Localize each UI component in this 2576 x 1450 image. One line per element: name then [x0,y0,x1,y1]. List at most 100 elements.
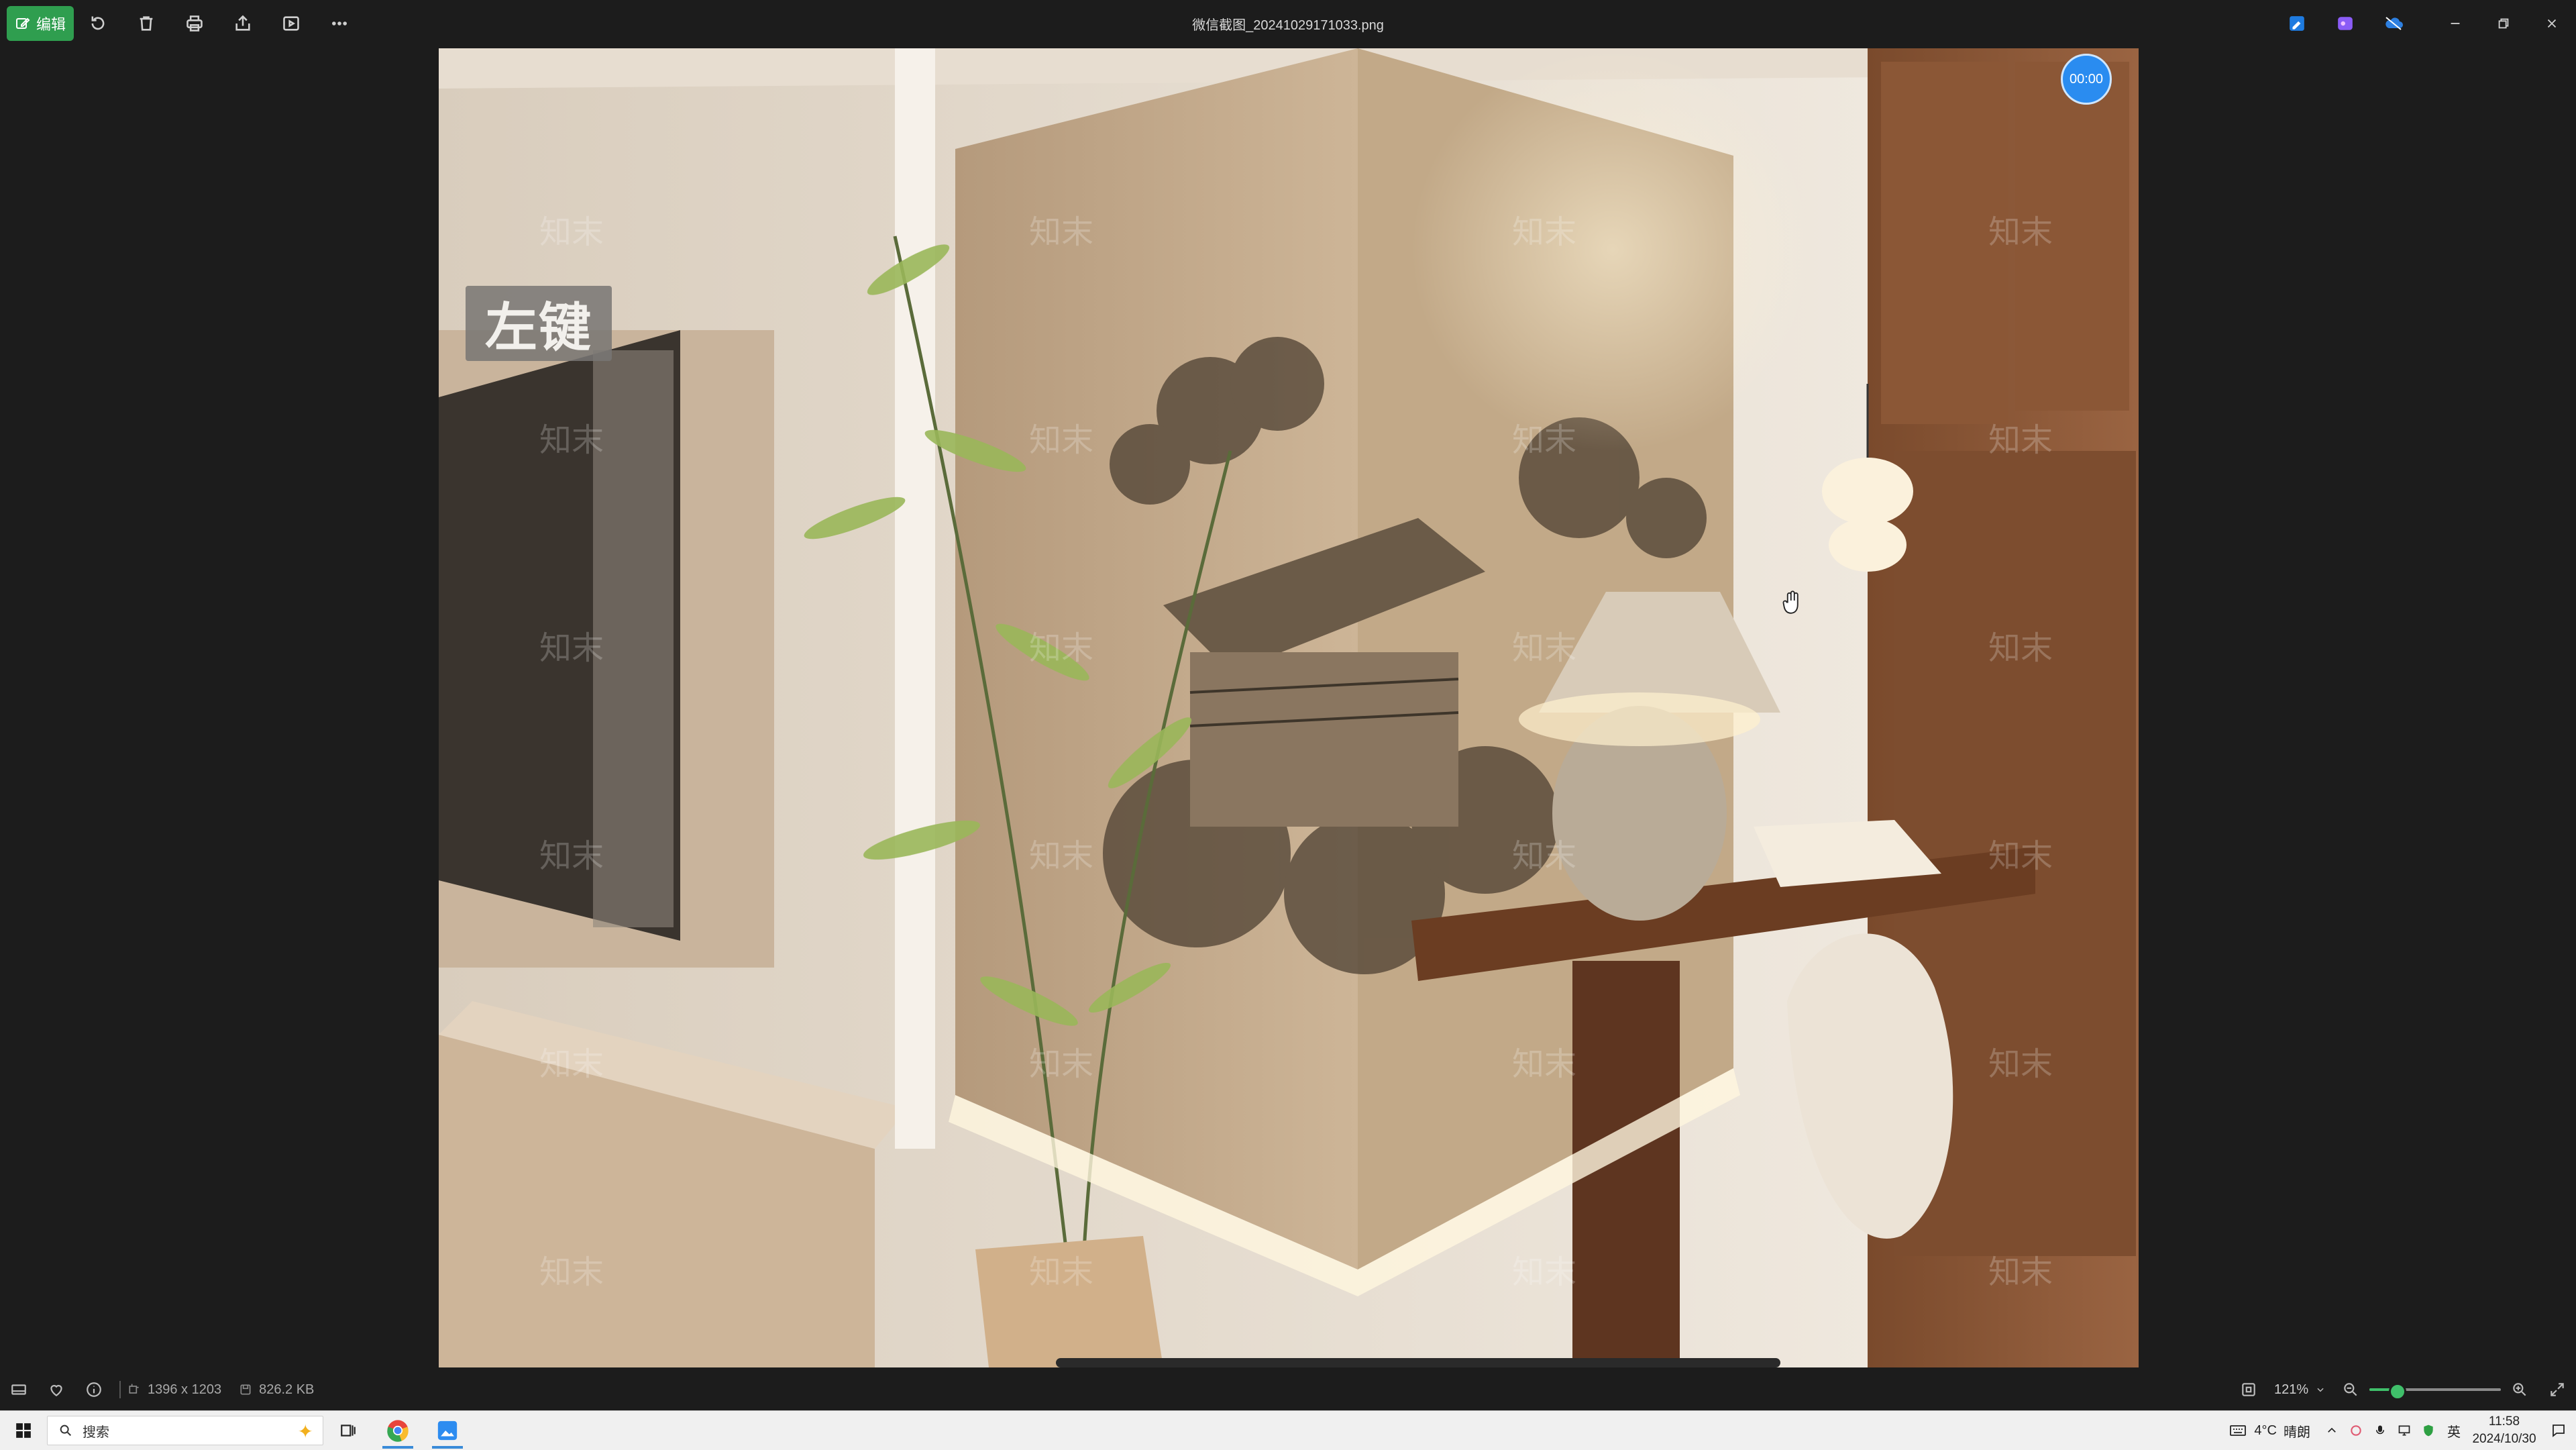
notifications-button[interactable] [2541,1411,2576,1450]
sparkle-icon: ✦ [297,1421,313,1442]
delete-icon [140,16,153,31]
weather-temp[interactable]: 4°C [2254,1423,2277,1439]
keyboard-button[interactable] [2226,1411,2250,1450]
input-method-indicator[interactable]: 英 [2447,1421,2461,1441]
fullscreen-icon [2551,1383,2564,1396]
microphone-icon [2376,1425,2384,1435]
svg-text:知末: 知末 [1029,1045,1093,1083]
cloud-off-icon [2385,17,2403,30]
image-viewport[interactable]: 知末 知末 知末 知末 知末 知末 知末 知末 知末 知末 知末 知末 知末 知末 知末 知末 知末 知末… [439,48,2139,1367]
zoom-value: 121% [2274,1382,2309,1397]
network-button[interactable] [2392,1411,2416,1450]
search-placeholder: 搜索 [83,1425,109,1440]
svg-text:知末: 知末 [539,213,604,251]
fit-to-window-button[interactable] [2230,1369,2267,1410]
status-bar: 1396 x 1203 826.2 KB 121% [0,1369,2576,1410]
svg-text:知末: 知末 [1988,1045,2053,1083]
security-button[interactable] [2416,1411,2440,1450]
task-view-button[interactable] [323,1411,373,1450]
show-hidden-icons-button[interactable] [2320,1411,2344,1450]
photo-editor-icon [2290,16,2304,31]
info-icon [87,1382,101,1397]
onedrive-button[interactable] [2369,0,2418,47]
slideshow-button[interactable] [267,6,315,41]
zoom-in-icon [2513,1383,2526,1396]
svg-text:知末: 知末 [539,837,604,875]
more-button[interactable] [315,6,364,41]
zoom-out-button[interactable] [2332,1369,2369,1410]
chevron-down-icon [2317,1388,2324,1392]
rotate-button[interactable] [74,6,122,41]
filmstrip-handle[interactable] [1056,1358,1780,1367]
edit-button-label: 编辑 [36,16,66,33]
taskbar: 搜索 ✦ 4°C 晴朗 英 11:58 2024/10/30 [0,1410,2576,1450]
more-icon [332,21,347,25]
click-overlay-label: 左键 [466,286,612,361]
divider [119,1381,121,1398]
fit-window-icon [2242,1383,2255,1396]
restore-button[interactable] [2479,0,2528,47]
file-size-text: 826.2 KB [259,1382,315,1397]
delete-button[interactable] [122,6,170,41]
zoom-slider-thumb[interactable] [2389,1383,2407,1400]
recording-timer[interactable]: 00:00 [2061,54,2112,105]
chrome-app[interactable] [373,1411,423,1450]
clock[interactable]: 11:58 2024/10/30 [2467,1413,2541,1448]
zoom-out-icon [2344,1383,2357,1396]
svg-text:知末: 知末 [1988,213,2053,251]
restore-icon [2498,18,2509,29]
svg-text:知末: 知末 [1512,837,1576,875]
svg-text:知末: 知末 [539,1045,604,1083]
clock-date: 2024/10/30 [2472,1432,2536,1446]
weather-text[interactable]: 晴朗 [2284,1421,2310,1441]
file-info-button[interactable] [75,1369,113,1410]
close-icon [2547,19,2557,28]
svg-text:知末: 知末 [1988,629,2053,667]
print-icon [186,15,203,32]
favorite-button[interactable] [38,1369,75,1410]
zoom-dropdown[interactable]: 121% [2267,1375,2332,1404]
svg-text:知末: 知末 [1512,1253,1576,1291]
svg-text:知末: 知末 [1512,1045,1576,1083]
edit-icon [15,17,30,29]
share-button[interactable] [219,6,267,41]
svg-text:知末: 知末 [539,421,604,459]
photos-app[interactable] [423,1411,472,1450]
edit-button[interactable]: 编辑 [7,6,74,41]
microphone-button[interactable] [2368,1411,2392,1450]
network-icon [2398,1425,2410,1436]
clock-time: 11:58 [2488,1414,2520,1429]
keyboard-icon [2230,1425,2247,1436]
editor-app-button[interactable] [2273,0,2321,47]
rotate-icon [91,16,105,30]
svg-text:知末: 知末 [1029,837,1093,875]
heart-icon [50,1385,62,1396]
zoom-slider[interactable] [2369,1375,2501,1404]
window-title: 微信截图_20241029171033.png [1192,17,1384,33]
svg-text:知末: 知末 [539,629,604,667]
minimize-button[interactable] [2431,0,2479,47]
svg-text:知末: 知末 [1988,1253,2053,1291]
notification-icon [2553,1425,2565,1437]
filmstrip-toggle[interactable] [0,1369,38,1410]
title-bar: 编辑 微信截图_20241029171033.png [0,0,2576,47]
slideshow-icon [283,16,299,31]
fullscreen-button[interactable] [2538,1369,2576,1410]
svg-text:知末: 知末 [1029,1253,1093,1291]
chrome-icon [387,1420,409,1442]
image-dimensions: 1396 x 1203 [127,1382,221,1398]
clipchamp-button[interactable] [2321,0,2369,47]
tray-app-button[interactable] [2344,1411,2368,1450]
file-size: 826.2 KB [239,1382,314,1398]
start-button[interactable] [0,1411,47,1450]
close-button[interactable] [2528,0,2576,47]
svg-text:知末: 知末 [1512,629,1576,667]
svg-text:知末: 知末 [1988,421,2053,459]
dimensions-icon [129,1384,139,1394]
zoom-in-button[interactable] [2501,1369,2538,1410]
interior-photo: 知末 知末 知末 知末 知末 知末 知末 知末 知末 知末 知末 知末 知末 知末 知末 知末 知末 知末… [439,48,2139,1367]
filmstrip-icon [11,1384,26,1395]
search-icon [60,1425,72,1437]
print-button[interactable] [170,6,219,41]
taskbar-search[interactable]: 搜索 ✦ [47,1416,323,1445]
